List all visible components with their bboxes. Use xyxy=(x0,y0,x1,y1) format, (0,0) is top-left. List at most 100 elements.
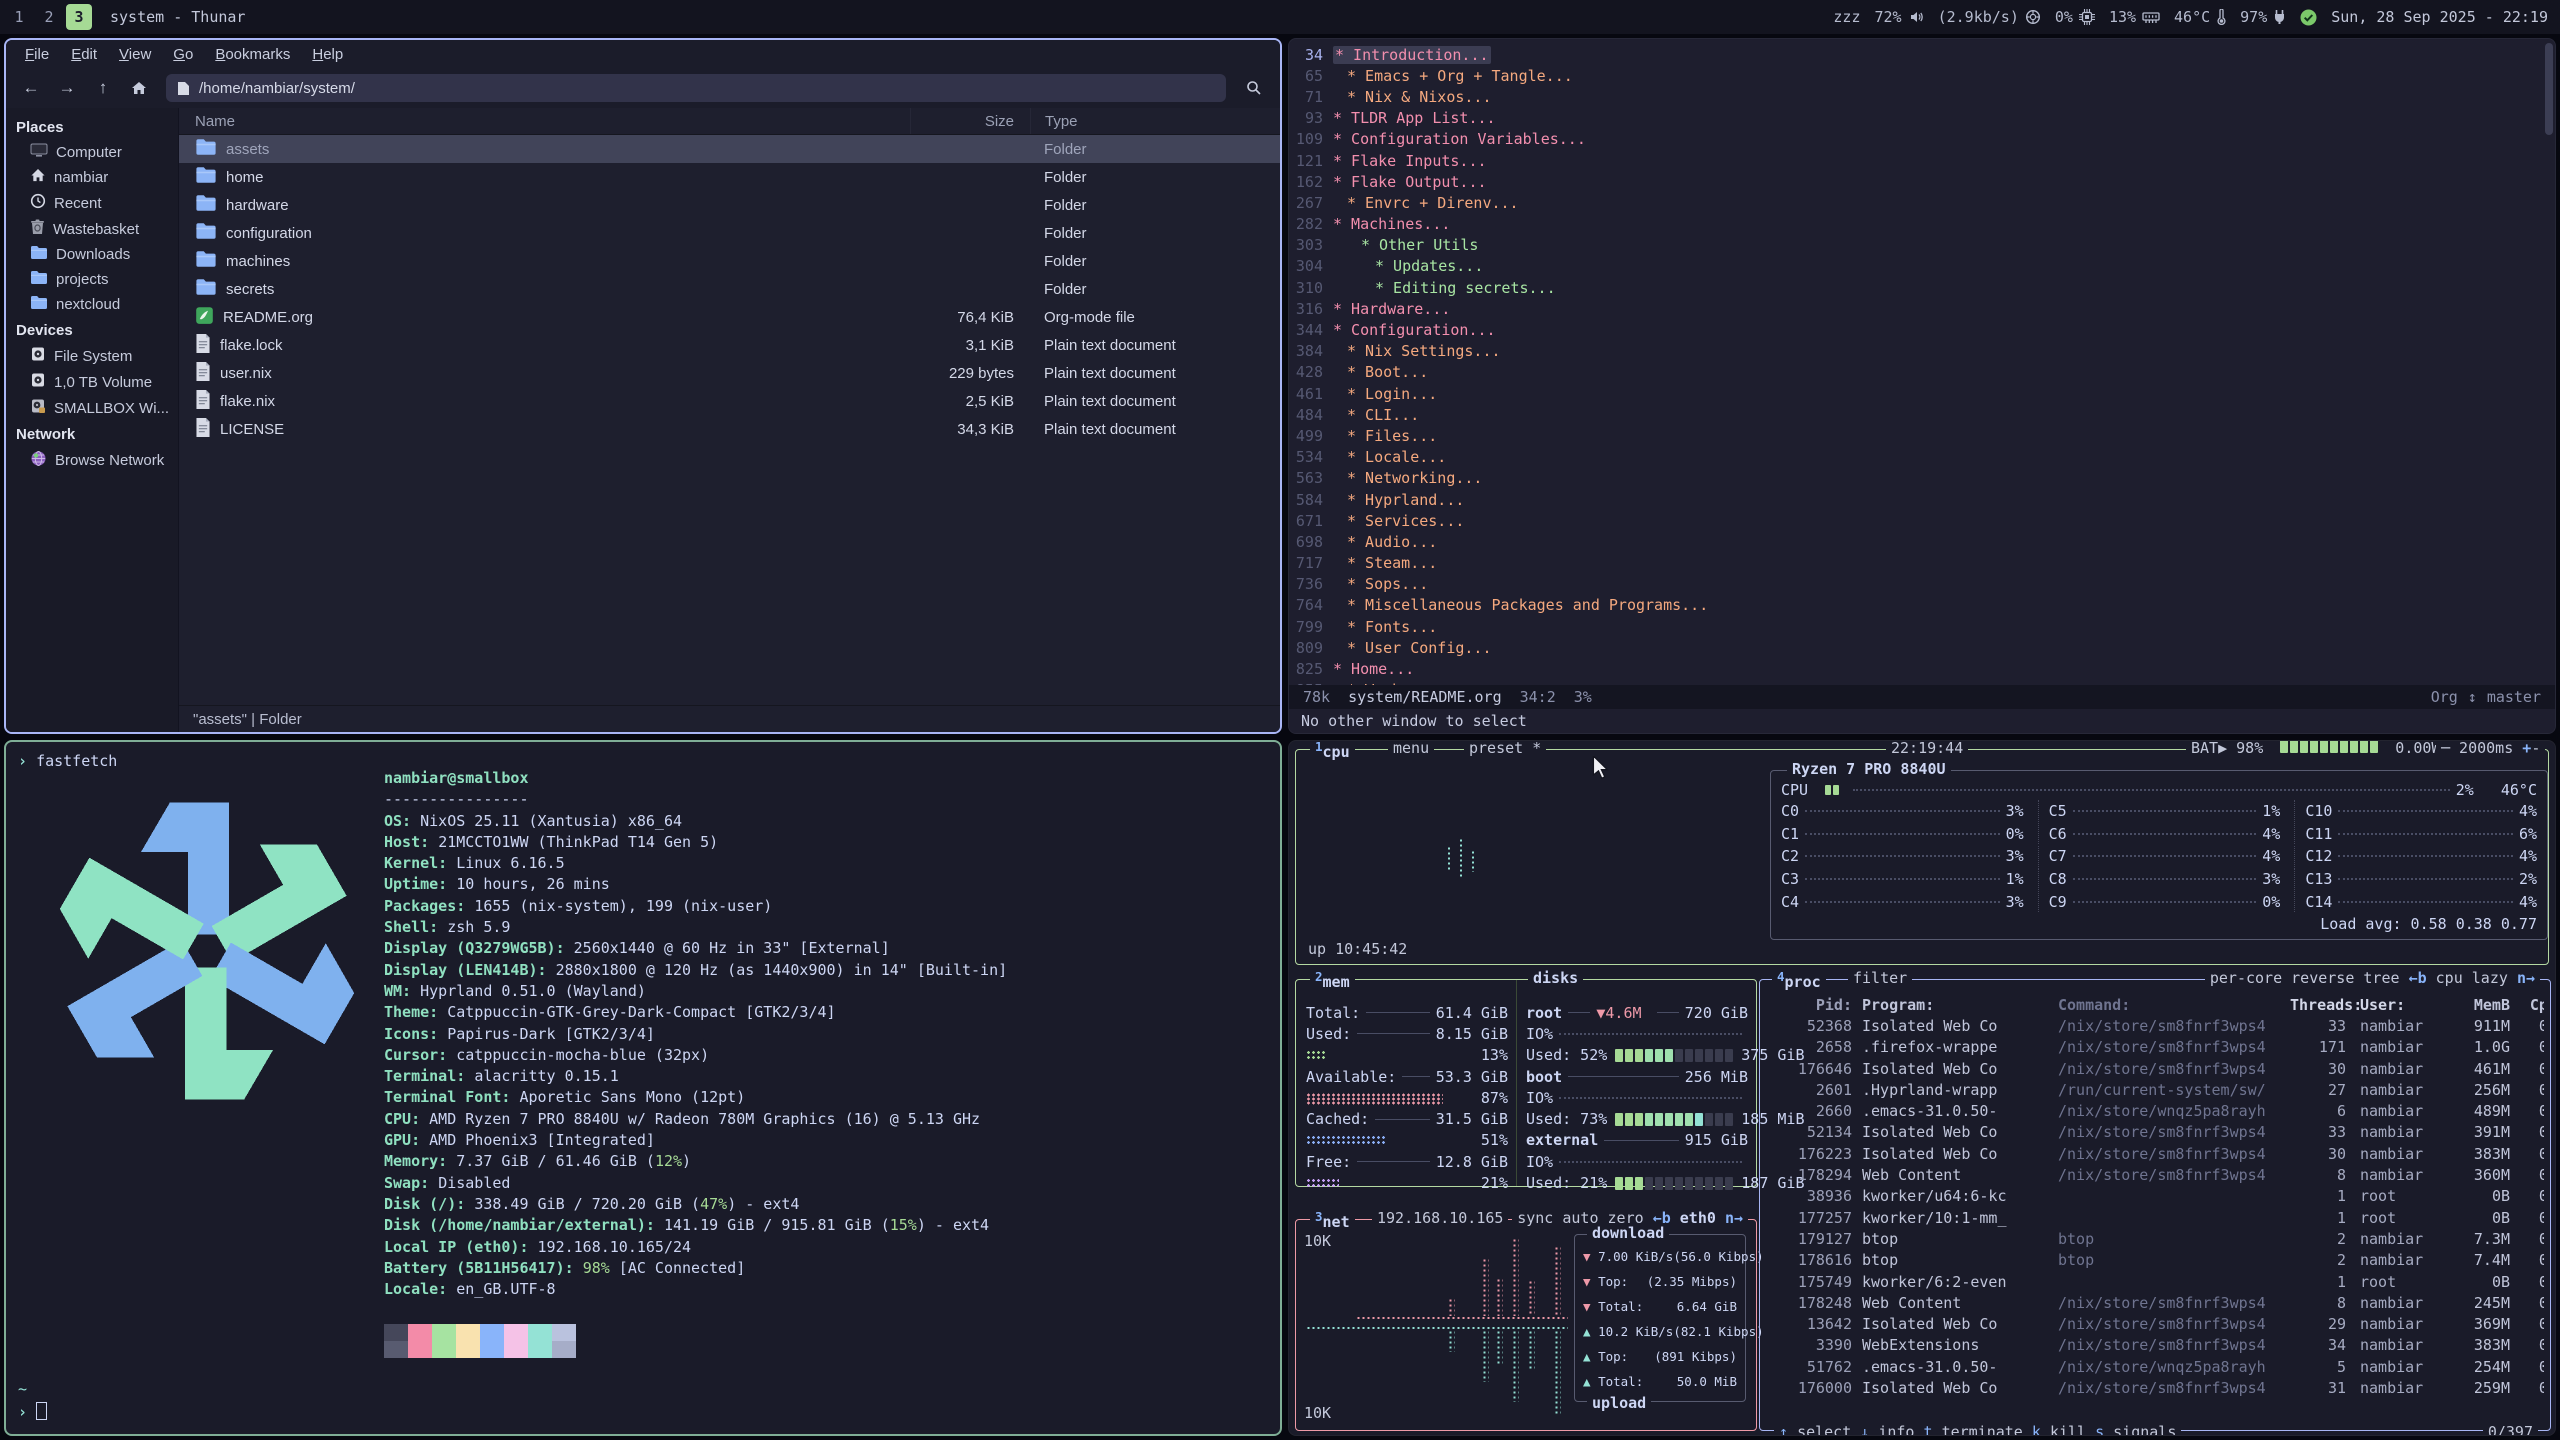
table-row[interactable]: user.nix229 bytesPlain text document xyxy=(179,359,1280,387)
table-row[interactable]: assetsFolder xyxy=(179,135,1280,163)
org-heading-line[interactable]: 282* Machines... xyxy=(1289,214,2555,235)
table-row[interactable]: flake.lock3,1 KiBPlain text document xyxy=(179,331,1280,359)
battery[interactable]: 97% xyxy=(2240,8,2286,26)
proc-col-Program[interactable]: Program: xyxy=(1852,996,2058,1014)
proc-options[interactable]: per-core reverse tree ←b cpu lazy n→ xyxy=(2205,969,2540,987)
org-heading-line[interactable]: 825* Home... xyxy=(1289,658,2555,679)
sidebar-item-1-0-tb-volume[interactable]: 1,0 TB Volume xyxy=(6,369,178,395)
table-row[interactable]: README.org76,4 KiBOrg-mode file xyxy=(179,303,1280,331)
process-row[interactable]: 3390WebExtensions/nix/store/sm8fnrf3wps4… xyxy=(1764,1335,2544,1356)
menu-bookmarks[interactable]: Bookmarks xyxy=(206,44,299,65)
process-row[interactable]: 176000Isolated Web Co/nix/store/sm8fnrf3… xyxy=(1764,1377,2544,1398)
process-row[interactable]: 177257kworker/10:1-mm_1root0B0.0 xyxy=(1764,1207,2544,1228)
workspace-button-1[interactable]: 1 xyxy=(6,4,32,30)
proc-col-Pid[interactable]: Pid: xyxy=(1764,996,1852,1014)
path-field[interactable]: /home/nambiar/system/ xyxy=(166,74,1226,102)
net-box-title[interactable]: 3net xyxy=(1310,1209,1355,1231)
org-heading-line[interactable]: 534* Locale... xyxy=(1289,447,2555,468)
back-button[interactable]: ← xyxy=(16,74,46,102)
table-row[interactable]: configurationFolder xyxy=(179,219,1280,247)
process-row[interactable]: 52368Isolated Web Co/nix/store/sm8fnrf3w… xyxy=(1764,1015,2544,1036)
process-row[interactable]: 2601.Hyprland-wrapp/run/current-system/s… xyxy=(1764,1079,2544,1100)
menu-edit[interactable]: Edit xyxy=(62,44,106,65)
sidebar-item-computer[interactable]: Computer xyxy=(6,140,178,165)
process-row[interactable]: 51762.emacs-31.0.50-/nix/store/wnqz5pa8r… xyxy=(1764,1356,2544,1377)
org-heading-line[interactable]: 384* Nix Settings... xyxy=(1289,341,2555,362)
systemd-status[interactable] xyxy=(2300,9,2317,26)
temperature[interactable]: 46°C xyxy=(2174,8,2226,26)
process-row[interactable]: 178248Web Content/nix/store/sm8fnrf3wps4… xyxy=(1764,1292,2544,1313)
table-row[interactable]: hardwareFolder xyxy=(179,191,1280,219)
proc-box-title[interactable]: 4proc xyxy=(1772,969,1826,991)
forward-button[interactable]: → xyxy=(52,74,82,102)
process-row[interactable]: 52134Isolated Web Co/nix/store/sm8fnrf3w… xyxy=(1764,1122,2544,1143)
proc-col-Command[interactable]: Command: xyxy=(2058,996,2290,1014)
sidebar-item-wastebasket[interactable]: Wastebasket xyxy=(6,216,178,242)
org-heading-line[interactable]: 109* Configuration Variables... xyxy=(1289,129,2555,150)
org-heading-line[interactable]: 809* User Config... xyxy=(1289,637,2555,658)
org-heading-line[interactable]: 671* Services... xyxy=(1289,510,2555,531)
sidebar-item-downloads[interactable]: Downloads xyxy=(6,242,178,267)
column-type[interactable]: Type xyxy=(1030,108,1280,134)
process-row[interactable]: 176646Isolated Web Co/nix/store/sm8fnrf3… xyxy=(1764,1058,2544,1079)
org-heading-line[interactable]: 304* Updates... xyxy=(1289,256,2555,277)
menu-file[interactable]: File xyxy=(16,44,58,65)
search-button[interactable] xyxy=(1238,74,1270,102)
sidebar-item-recent[interactable]: Recent xyxy=(6,190,178,216)
filter-button[interactable]: filter xyxy=(1848,969,1912,987)
column-name[interactable]: Name xyxy=(179,113,910,130)
proc-col-MemB[interactable]: MemB xyxy=(2446,996,2510,1014)
column-size[interactable]: Size xyxy=(910,108,1030,134)
update-interval[interactable]: ─ 2000ms +- xyxy=(2436,740,2545,757)
table-row[interactable]: machinesFolder xyxy=(179,247,1280,275)
org-heading-line[interactable]: 310* Editing secrets... xyxy=(1289,277,2555,298)
sidebar-item-file-system[interactable]: File System xyxy=(6,343,178,369)
process-row[interactable]: 179127btopbtop2nambiar7.3M0.0 xyxy=(1764,1228,2544,1249)
volume[interactable]: 72% xyxy=(1875,8,1924,26)
home-button[interactable] xyxy=(124,74,154,102)
menu-button[interactable]: menu xyxy=(1388,740,1434,757)
mem-box-title[interactable]: 2mem xyxy=(1310,969,1355,991)
memory-usage[interactable]: 13% xyxy=(2109,8,2160,26)
sidebar-item-nambiar[interactable]: nambiar xyxy=(6,165,178,190)
sidebar-item-smallbox-wi-[interactable]: SMALLBOX Wi... xyxy=(6,395,178,421)
org-heading-line[interactable]: 303* Other Utils xyxy=(1289,235,2555,256)
sidebar-item-projects[interactable]: projects xyxy=(6,267,178,292)
org-heading-line[interactable]: 93* TLDR App List... xyxy=(1289,108,2555,129)
org-heading-line[interactable]: 34* Introduction... xyxy=(1289,44,2555,65)
idle-inhibitor[interactable]: zzz xyxy=(1833,8,1860,26)
table-row[interactable]: flake.nix2,5 KiBPlain text document xyxy=(179,387,1280,415)
org-heading-line[interactable]: 267* Envrc + Direnv... xyxy=(1289,192,2555,213)
org-heading-line[interactable]: 121* Flake Inputs... xyxy=(1289,150,2555,171)
table-row[interactable]: secretsFolder xyxy=(179,275,1280,303)
org-heading-line[interactable]: 316* Hardware... xyxy=(1289,298,2555,319)
shell-prompt-line[interactable]: › xyxy=(18,1402,47,1421)
org-heading-line[interactable]: 344* Configuration... xyxy=(1289,319,2555,340)
terminal-window[interactable]: › fastfetch nambiar@smallbox------------… xyxy=(4,740,1282,1436)
org-heading-line[interactable]: 461* Login... xyxy=(1289,383,2555,404)
preset-button[interactable]: preset * xyxy=(1464,740,1546,757)
proc-col-User[interactable]: User: xyxy=(2346,996,2446,1014)
cpu-box-title[interactable]: 1cpu xyxy=(1310,740,1355,761)
sidebar-item-browse-network[interactable]: Browse Network xyxy=(6,447,178,474)
org-buffer[interactable]: 34* Introduction...65* Emacs + Org + Tan… xyxy=(1289,39,2555,685)
process-row[interactable]: 178616btopbtop2nambiar7.4M0.0 xyxy=(1764,1250,2544,1271)
org-heading-line[interactable]: 717* Steam... xyxy=(1289,553,2555,574)
org-heading-line[interactable]: 764* Miscellaneous Packages and Programs… xyxy=(1289,595,2555,616)
process-row[interactable]: 176223Isolated Web Co/nix/store/sm8fnrf3… xyxy=(1764,1143,2544,1164)
org-heading-line[interactable]: 563* Networking... xyxy=(1289,468,2555,489)
disks-box-title[interactable]: disks xyxy=(1528,969,1583,987)
table-row[interactable]: LICENSE34,3 KiBPlain text document xyxy=(179,415,1280,443)
org-heading-line[interactable]: 428* Boot... xyxy=(1289,362,2555,383)
process-row[interactable]: 178294Web Content/nix/store/sm8fnrf3wps4… xyxy=(1764,1164,2544,1185)
process-row[interactable]: 38936kworker/u64:6-kc1root0B0.0 xyxy=(1764,1186,2544,1207)
org-heading-line[interactable]: 162* Flake Output... xyxy=(1289,171,2555,192)
workspace-button-2[interactable]: 2 xyxy=(36,4,62,30)
org-heading-line[interactable]: 71* Nix & Nixos... xyxy=(1289,86,2555,107)
sidebar-item-nextcloud[interactable]: nextcloud xyxy=(6,292,178,317)
scrollbar[interactable] xyxy=(2545,43,2553,135)
org-heading-line[interactable]: 484* CLI... xyxy=(1289,404,2555,425)
up-button[interactable]: ↑ xyxy=(88,74,118,102)
org-heading-line[interactable]: 584* Hyprland... xyxy=(1289,489,2555,510)
clock[interactable]: Sun, 28 Sep 2025 - 22:19 xyxy=(2331,8,2548,26)
